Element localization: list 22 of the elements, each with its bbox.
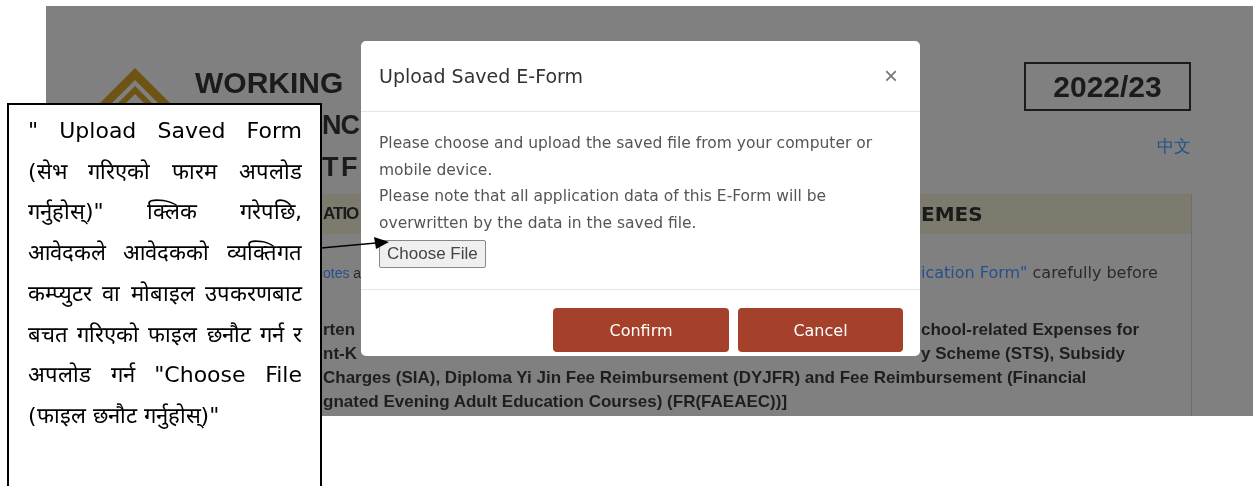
heading-text: NC [322, 109, 359, 142]
section-header-text: ATIO [323, 204, 359, 224]
dialog-title: Upload Saved E-Form [379, 65, 584, 87]
confirm-button[interactable]: Confirm [553, 308, 729, 352]
dialog-text: Please note that all application data of this E-Form will be overwritten by the data in the saved file. [379, 186, 828, 234]
heading-text: T F [322, 151, 357, 184]
dialog-text: Please choose and upload the saved file from your computer or mobile device. [379, 133, 874, 181]
scheme-text: chool-related Expenses for [921, 319, 1140, 341]
body-text: a [352, 265, 362, 281]
scheme-text: nt-K [323, 343, 357, 365]
scheme-text: Charges (SIA), Diploma Yi Jin Fee Reimbursement (DYJFR) and Fee Reimbursement (Financial [323, 367, 1087, 389]
choose-file-button[interactable]: Choose File [379, 240, 486, 268]
scheme-text: y Scheme (STS), Subsidy [921, 343, 1126, 365]
close-button[interactable]: × [880, 62, 902, 90]
scheme-text: rten [323, 319, 356, 341]
heading-text: WORKING [195, 65, 344, 101]
body-text: carefully before [1031, 263, 1158, 282]
callout-text: " Upload Saved Form (सेभ गरिएको फारम अपलोड गर्नुहोस्)" क्लिक गरेपछि, आवेदकले आवेदकको व्यक्तिगत कम्प्युटर वा मोबाइल उपकरणबाट बचत गरिएको फाइल छनौट गर्न र अपलोड गर्न "Choose File (फाइल छनौट गर्नुहोस्)" [28, 117, 302, 431]
cancel-button[interactable]: Cancel [738, 308, 903, 352]
section-header-text: EMES [921, 202, 983, 226]
scheme-text: gnated Evening Adult Education Courses) (FR(FAEAEC))] [323, 391, 788, 413]
year-label: 2022/23 [1024, 62, 1191, 111]
